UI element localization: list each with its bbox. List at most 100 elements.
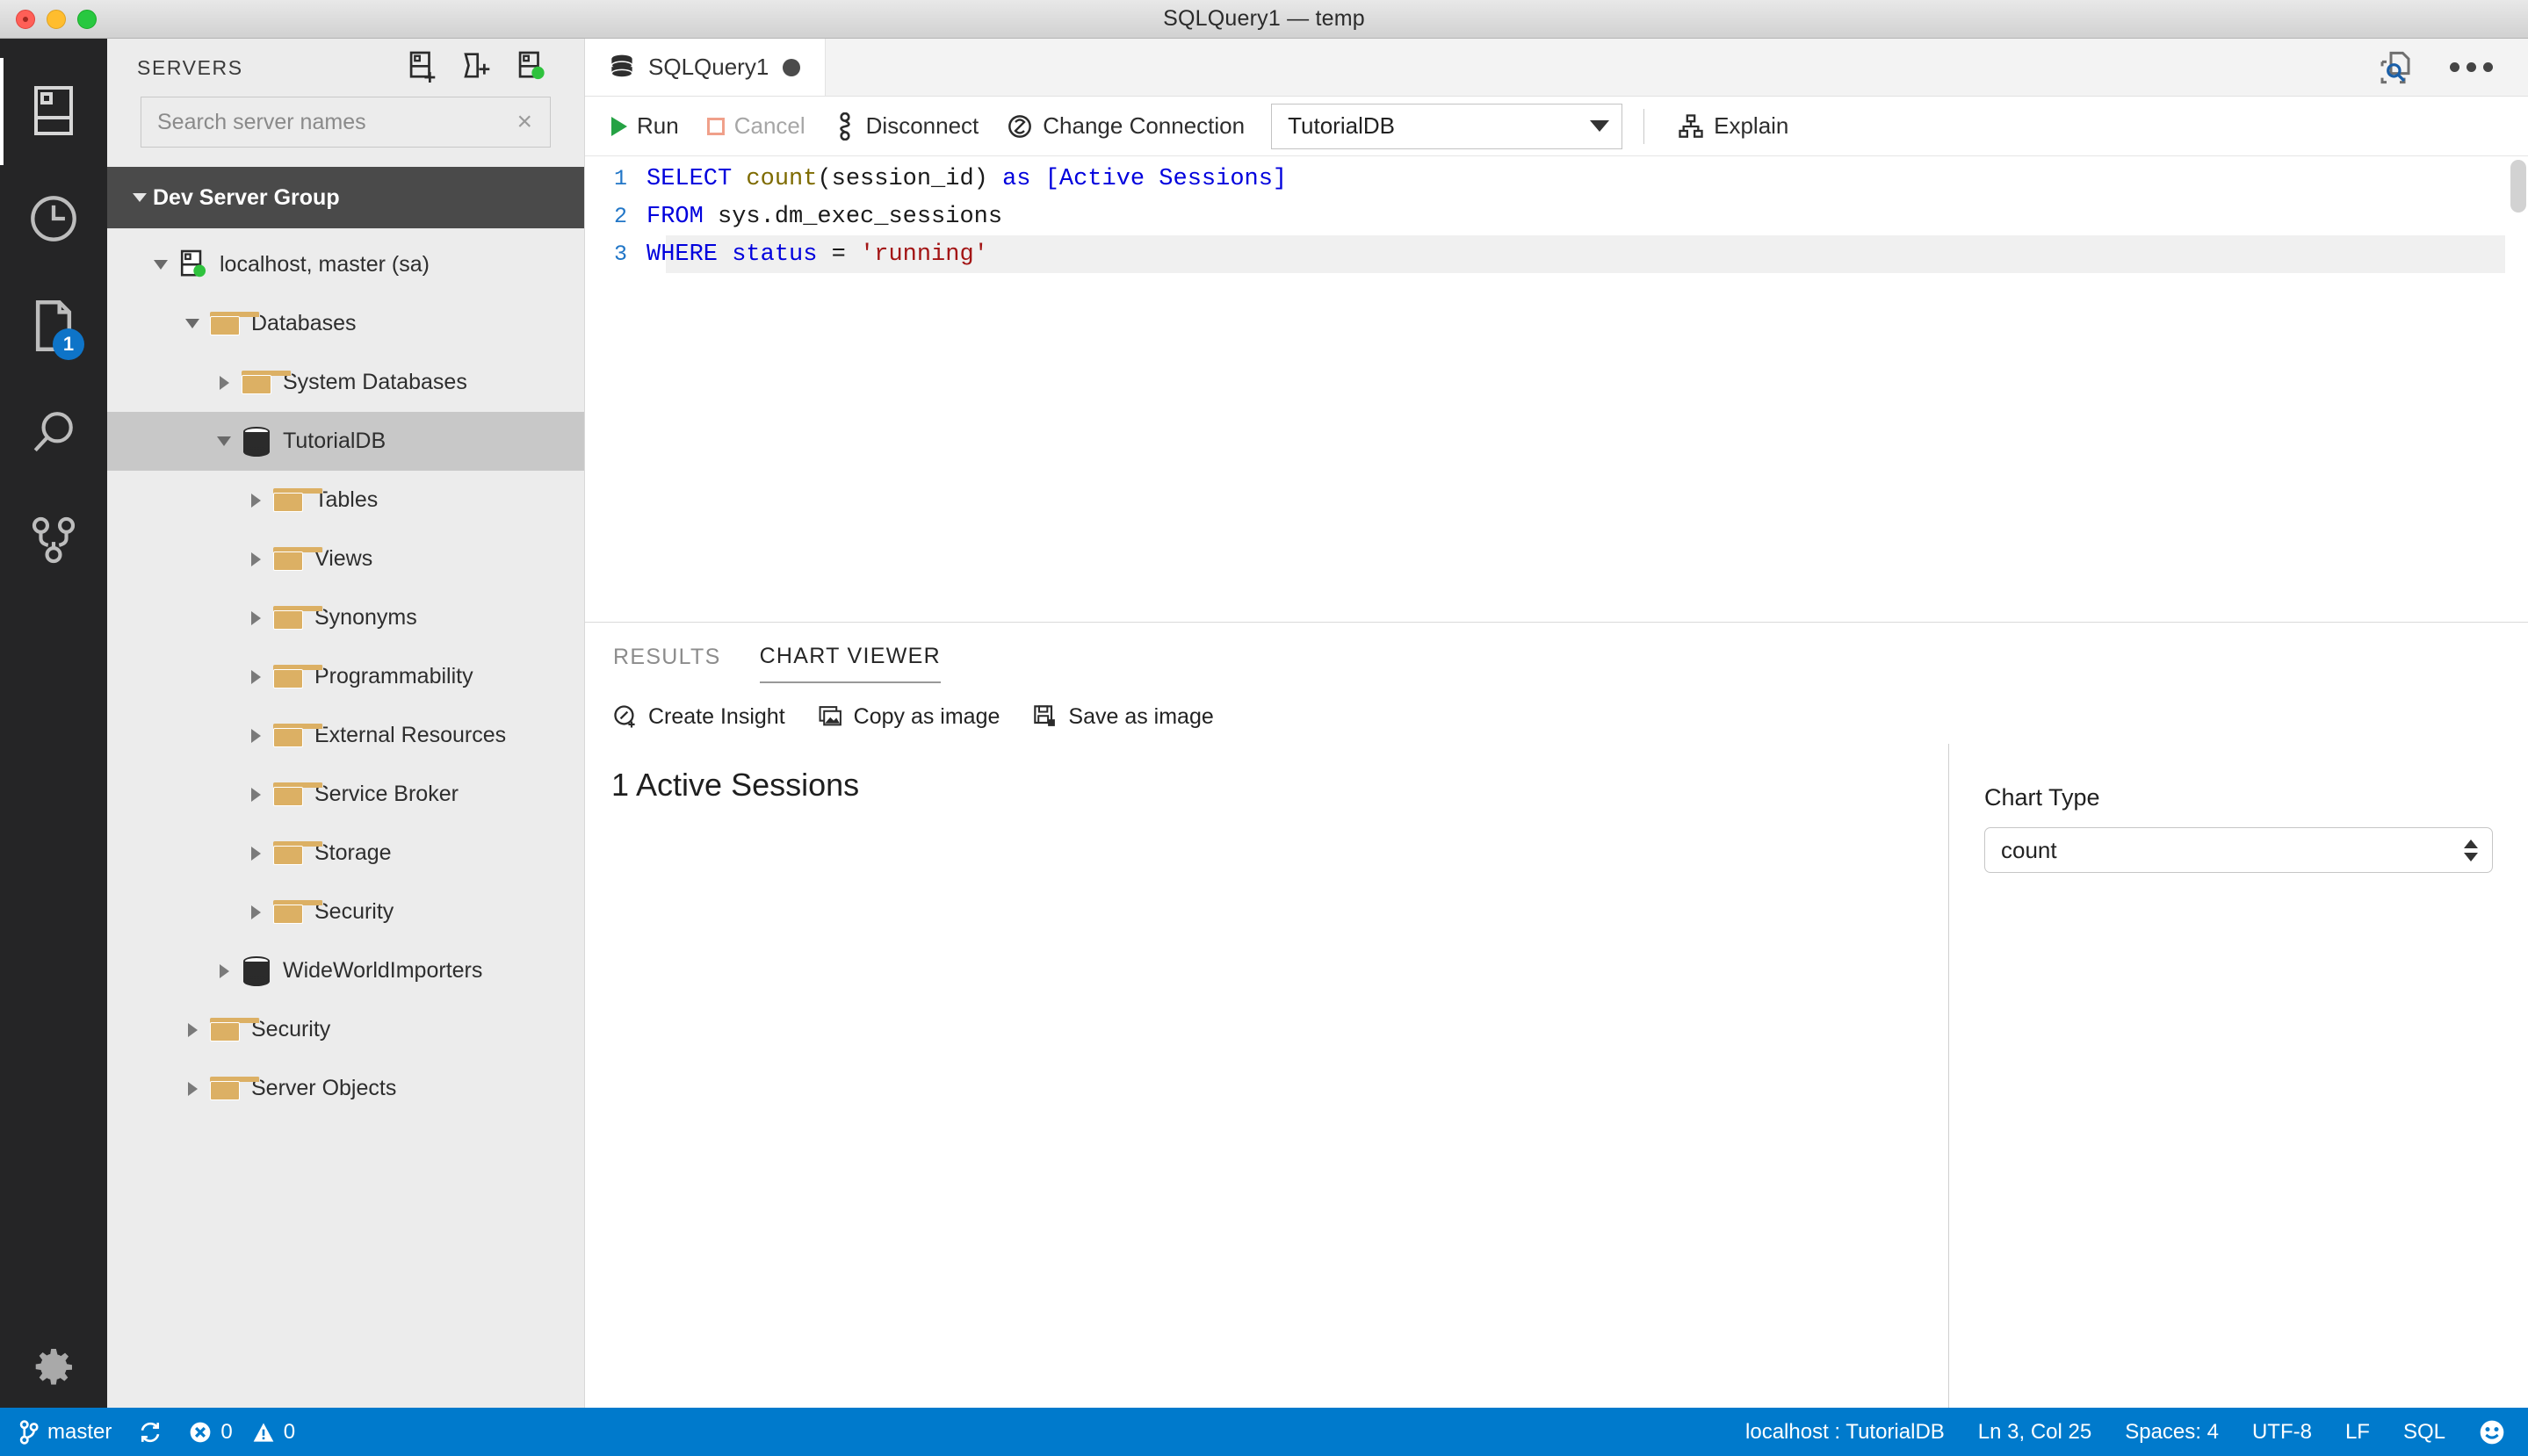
save-image-icon bbox=[1033, 704, 1058, 729]
tree-item-label: Storage bbox=[314, 840, 392, 865]
code-line[interactable]: 3 WHERE status = 'running' bbox=[585, 235, 2528, 273]
chevron-down-icon[interactable] bbox=[148, 252, 174, 278]
chevron-right-icon[interactable] bbox=[242, 546, 269, 573]
save-as-image-button[interactable]: Save as image bbox=[1033, 704, 1214, 730]
activity-item-query-files[interactable]: 1 bbox=[0, 272, 107, 379]
database-dropdown[interactable]: TutorialDB bbox=[1271, 103, 1623, 149]
unsaved-indicator-icon[interactable] bbox=[783, 58, 801, 76]
status-eol[interactable]: LF bbox=[2345, 1420, 2370, 1445]
tab-chart-viewer[interactable]: CHART VIEWER bbox=[759, 630, 941, 683]
search-document-icon[interactable] bbox=[2378, 50, 2413, 85]
code-text: SELECT count(session_id) as [Active Sess… bbox=[646, 166, 1287, 192]
tree-item-label: Server Objects bbox=[251, 1076, 397, 1100]
tree-item[interactable]: Views bbox=[107, 530, 584, 588]
tree-item[interactable]: Programmability bbox=[107, 647, 584, 706]
status-cursor-position[interactable]: Ln 3, Col 25 bbox=[1978, 1420, 2091, 1445]
database-icon bbox=[610, 54, 634, 81]
tree-item[interactable]: Security bbox=[107, 883, 584, 941]
activity-item-settings[interactable] bbox=[0, 1343, 107, 1392]
chart-action-bar: Create Insight Copy as image Save as ima… bbox=[585, 689, 2528, 744]
chevron-right-icon[interactable] bbox=[242, 899, 269, 926]
disconnect-button[interactable]: Disconnect bbox=[820, 112, 993, 141]
status-indentation[interactable]: Spaces: 4 bbox=[2125, 1420, 2219, 1445]
tree-item-label: Security bbox=[314, 899, 394, 924]
tree-item-label: WideWorldImporters bbox=[283, 958, 483, 983]
status-language-mode[interactable]: SQL bbox=[2403, 1420, 2445, 1445]
search-box[interactable]: × bbox=[141, 97, 551, 148]
chevron-right-icon[interactable] bbox=[242, 487, 269, 514]
status-feedback[interactable] bbox=[2479, 1419, 2505, 1445]
editor-column: SQLQuery1 Run Cancel Disconnect Change C… bbox=[585, 39, 2528, 1408]
status-problems[interactable]: 0 0 bbox=[189, 1420, 295, 1445]
create-insight-label: Create Insight bbox=[648, 703, 785, 729]
cancel-button[interactable]: Cancel bbox=[693, 112, 820, 140]
chevron-right-icon[interactable] bbox=[242, 664, 269, 690]
tree-item[interactable]: WideWorldImporters bbox=[107, 941, 584, 1000]
change-connection-button[interactable]: Change Connection bbox=[993, 112, 1259, 140]
tree-item[interactable]: External Resources bbox=[107, 706, 584, 765]
activity-item-history[interactable] bbox=[0, 165, 107, 272]
chevron-down-icon[interactable] bbox=[179, 311, 206, 337]
tree-item[interactable]: localhost, master (sa) bbox=[107, 235, 584, 294]
editor-scrollbar[interactable] bbox=[2505, 156, 2528, 622]
run-label: Run bbox=[637, 112, 679, 139]
add-server-icon[interactable] bbox=[407, 51, 437, 84]
chevron-right-icon[interactable] bbox=[179, 1076, 206, 1102]
status-encoding[interactable]: UTF-8 bbox=[2252, 1420, 2312, 1445]
tree-item[interactable]: TutorialDB bbox=[107, 412, 584, 471]
sql-editor[interactable]: 1 SELECT count(session_id) as [Active Ses… bbox=[585, 156, 2528, 622]
server-group-header[interactable]: Dev Server Group bbox=[107, 167, 584, 228]
copy-as-image-label: Copy as image bbox=[853, 703, 1000, 729]
chart-type-select[interactable]: count bbox=[1984, 827, 2493, 873]
run-button[interactable]: Run bbox=[597, 112, 693, 140]
tree-item[interactable]: Server Objects bbox=[107, 1059, 584, 1118]
chart-value: 1 bbox=[611, 767, 630, 803]
chevron-right-icon[interactable] bbox=[179, 1017, 206, 1043]
chevron-right-icon[interactable] bbox=[211, 370, 237, 396]
tab-sqlquery1[interactable]: SQLQuery1 bbox=[585, 39, 827, 96]
status-branch[interactable]: master bbox=[19, 1420, 112, 1445]
server-icon bbox=[174, 249, 213, 281]
ellipsis-icon[interactable] bbox=[2450, 62, 2493, 72]
create-insight-button[interactable]: Create Insight bbox=[613, 704, 785, 730]
sidebar-servers: SERVERS Search server names × Dev Server… bbox=[107, 39, 585, 1408]
folder-icon bbox=[269, 724, 323, 747]
copy-as-image-button[interactable]: Copy as image bbox=[819, 704, 1000, 730]
activity-item-servers[interactable] bbox=[0, 58, 107, 165]
tree-item-label: Service Broker bbox=[314, 782, 459, 806]
chart-type-value: count bbox=[2001, 836, 2057, 863]
status-sync[interactable] bbox=[138, 1420, 163, 1445]
code-line[interactable]: 2 FROM sys.dm_exec_sessions bbox=[585, 198, 2528, 235]
change-connection-icon bbox=[1007, 113, 1033, 140]
tab-results[interactable]: RESULTS bbox=[613, 631, 721, 682]
chevron-right-icon[interactable] bbox=[242, 840, 269, 867]
chevron-right-icon[interactable] bbox=[242, 782, 269, 808]
code-line[interactable]: 1 SELECT count(session_id) as [Active Ses… bbox=[585, 160, 2528, 198]
clear-search-icon[interactable]: × bbox=[511, 109, 538, 135]
chevron-down-icon[interactable] bbox=[211, 429, 237, 455]
editor-scrollbar-thumb[interactable] bbox=[2510, 160, 2526, 213]
tree-item[interactable]: Security bbox=[107, 1000, 584, 1059]
chevron-right-icon[interactable] bbox=[211, 958, 237, 984]
add-folder-icon[interactable] bbox=[461, 51, 491, 84]
chevron-down-icon bbox=[1590, 120, 1610, 132]
tree-item[interactable]: Synonyms bbox=[107, 588, 584, 647]
tree-item[interactable]: Tables bbox=[107, 471, 584, 530]
create-insight-icon bbox=[613, 704, 638, 729]
tree-item[interactable]: Databases bbox=[107, 294, 584, 353]
explain-button[interactable]: Explain bbox=[1664, 112, 1802, 140]
chevron-right-icon[interactable] bbox=[242, 605, 269, 631]
tree-item[interactable]: Storage bbox=[107, 824, 584, 883]
activity-item-source-control[interactable] bbox=[0, 487, 107, 594]
database-icon bbox=[237, 955, 276, 986]
database-dropdown-value: TutorialDB bbox=[1288, 112, 1395, 139]
activity-item-search[interactable] bbox=[0, 379, 107, 487]
status-connection[interactable]: localhost : TutorialDB bbox=[1745, 1420, 1945, 1445]
tree-item[interactable]: System Databases bbox=[107, 353, 584, 412]
chevron-right-icon[interactable] bbox=[242, 723, 269, 749]
search-input[interactable] bbox=[157, 109, 512, 135]
code-token: [Active Sessions] bbox=[1044, 165, 1288, 192]
tree-item[interactable]: Service Broker bbox=[107, 765, 584, 824]
connected-server-icon[interactable] bbox=[516, 51, 545, 84]
chevron-down-icon bbox=[126, 184, 153, 211]
